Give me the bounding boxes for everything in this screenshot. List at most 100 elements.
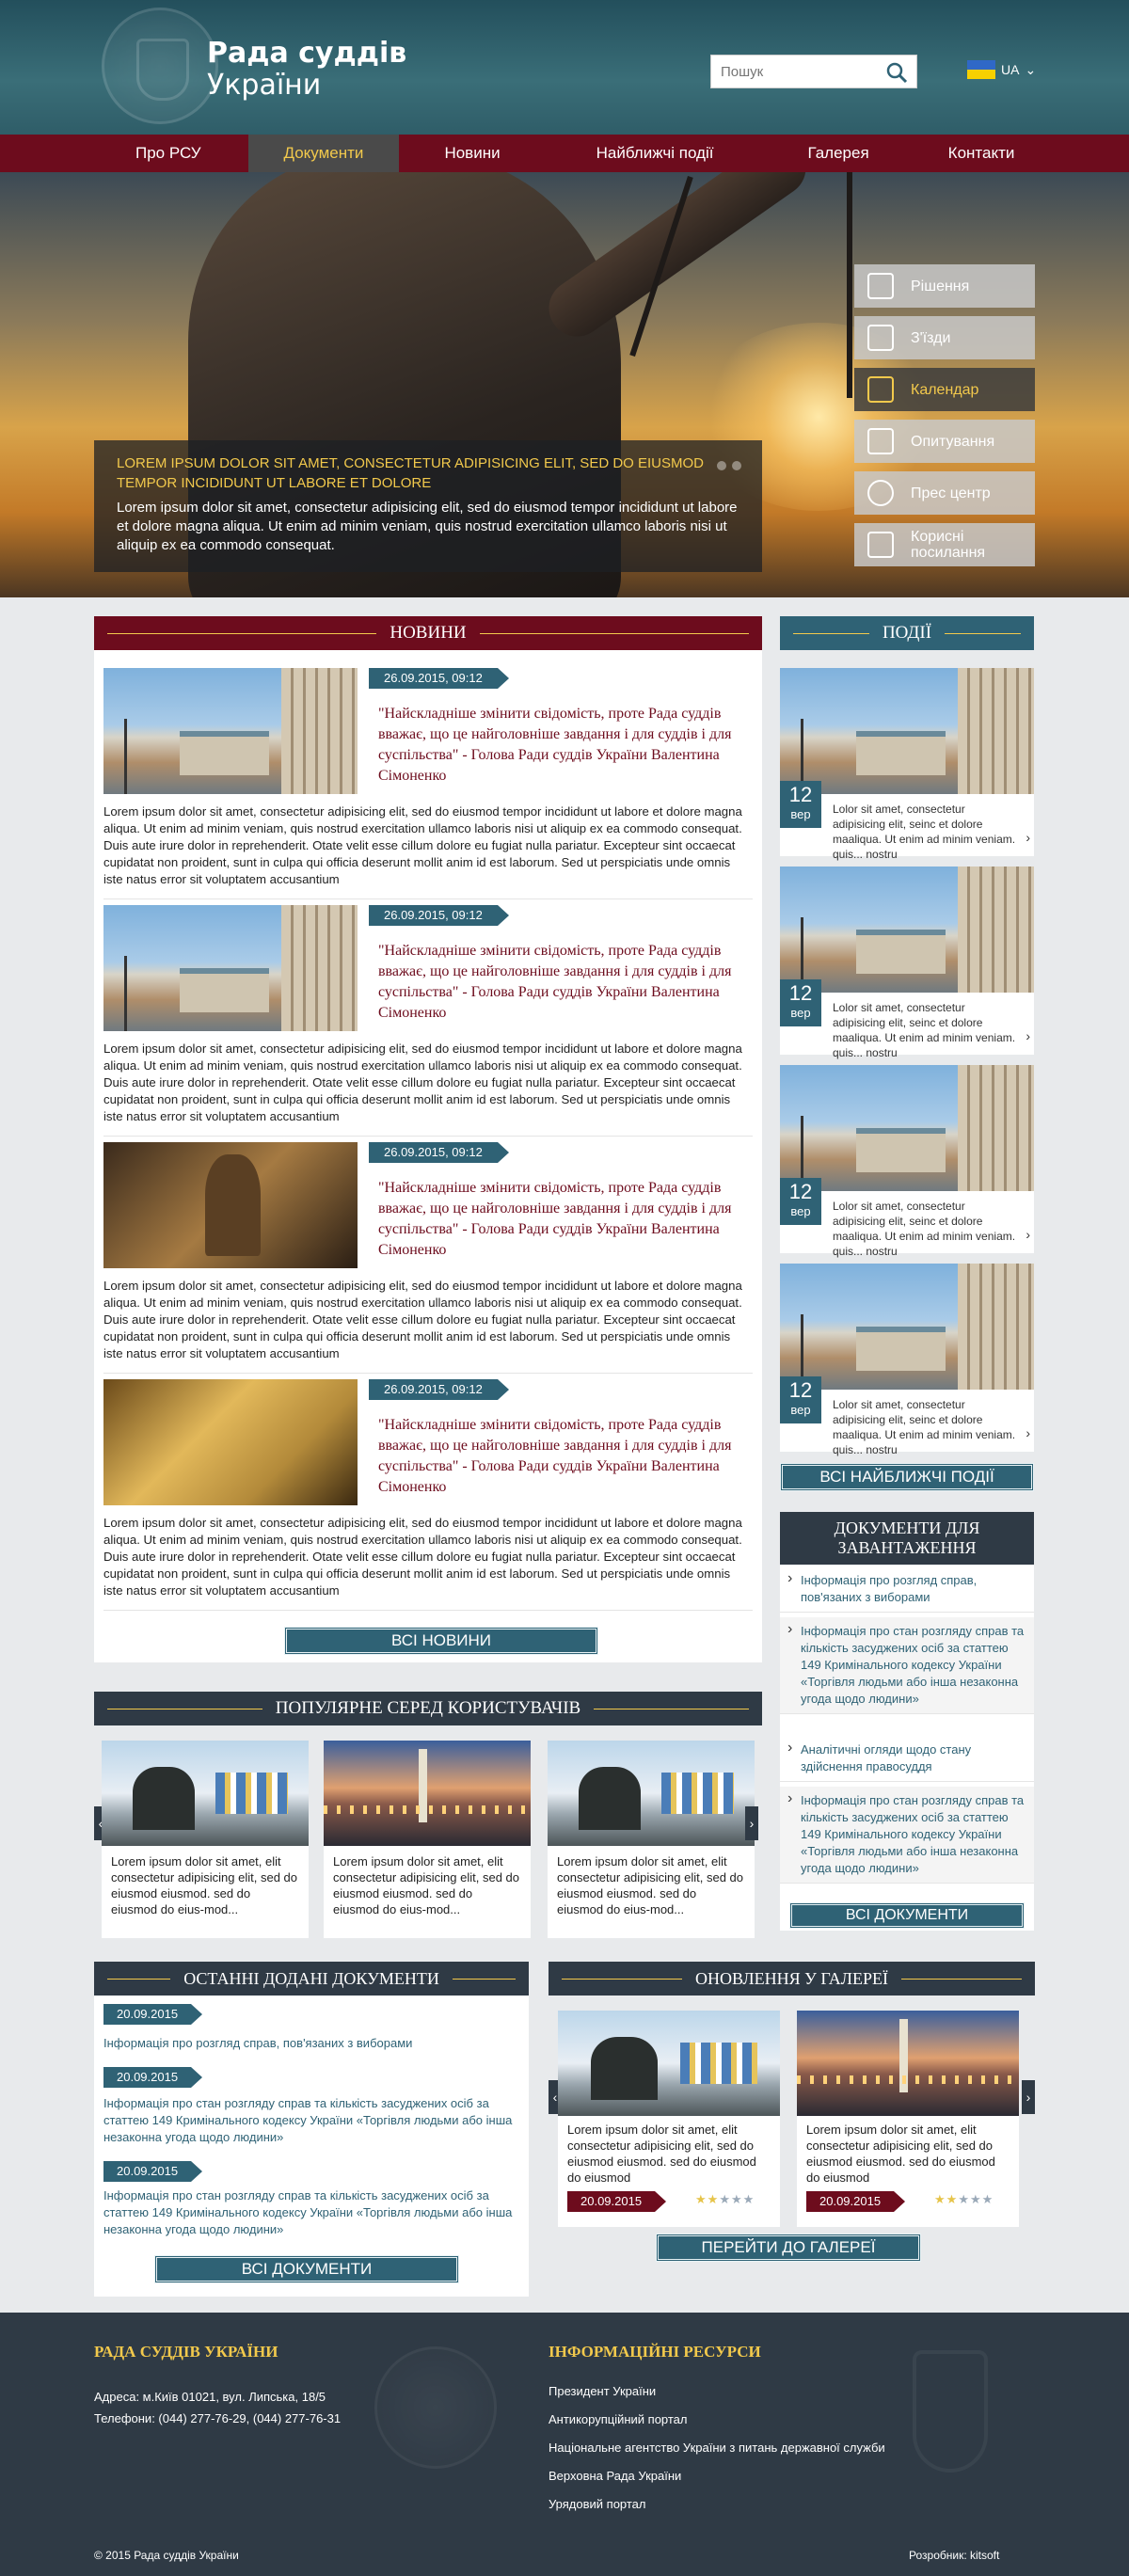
event-item[interactable]: 12 вер Lolor sit amet, consectetur adipis…	[780, 1065, 1034, 1258]
search-icon[interactable]	[883, 61, 911, 84]
news-photo[interactable]	[103, 668, 358, 794]
popular-card[interactable]: Lorem ipsum dolor sit amet, elit consect…	[548, 1741, 755, 1938]
news-title[interactable]: "Найскладніше змінити свідомість, проте …	[378, 1415, 745, 1498]
popular-photo[interactable]	[102, 1741, 309, 1846]
footer-link[interactable]: Урядовий портал	[549, 2497, 646, 2511]
quick-link-polls[interactable]: Опитування	[854, 420, 1035, 463]
download-link[interactable]: Інформація про стан розгляду справ та кі…	[780, 1787, 1034, 1884]
news-date: 26.09.2015, 09:12	[369, 668, 509, 689]
star-icon[interactable]: ★	[731, 2192, 743, 2206]
chevron-right-icon[interactable]: ›	[1026, 1425, 1030, 1440]
event-month: вер	[790, 1006, 811, 1020]
gallery-photo[interactable]	[558, 2011, 780, 2116]
news-item[interactable]: 26.09.2015, 09:12 "Найскладніше змінити …	[103, 905, 753, 1137]
news-item[interactable]: 26.09.2015, 09:12 "Найскладніше змінити …	[103, 1379, 753, 1611]
popular-card[interactable]: Lorem ipsum dolor sit amet, elit consect…	[324, 1741, 531, 1938]
all-downloads-button[interactable]: ВСІ ДОКУМЕНТИ	[789, 1902, 1025, 1929]
carousel-next-icon[interactable]: ›	[1022, 2080, 1035, 2114]
star-icon[interactable]: ★	[970, 2192, 982, 2206]
all-news-button[interactable]: ВСІ НОВИНИ	[284, 1627, 598, 1655]
quick-link-congresses[interactable]: З'їзди	[854, 316, 1035, 359]
doc-link[interactable]: Інформація про стан розгляду справ та кі…	[103, 2187, 517, 2238]
nav-item-contacts[interactable]: Контакти	[916, 135, 1047, 172]
nav-item-about[interactable]: Про РСУ	[94, 135, 248, 172]
event-text: Lolor sit amet, consectetur adipisicing …	[833, 1200, 1016, 1258]
quick-link-calendar[interactable]: Календар	[854, 368, 1035, 411]
event-photo[interactable]	[780, 668, 1034, 794]
gallery-photo[interactable]	[797, 2011, 1019, 2116]
news-date: 26.09.2015, 09:12	[369, 905, 509, 926]
nav-item-gallery[interactable]: Галерея	[760, 135, 915, 172]
nav-item-news[interactable]: Новини	[399, 135, 549, 172]
all-events-button[interactable]: ВСІ НАЙБЛИЖЧІ ПОДІЇ	[780, 1463, 1034, 1491]
news-title[interactable]: "Найскладніше змінити свідомість, проте …	[378, 1178, 745, 1261]
star-icon[interactable]: ★	[719, 2192, 731, 2206]
download-link[interactable]: Аналітичні огляди щодо стану здійснення …	[780, 1736, 1034, 1782]
footer-developer[interactable]: Розробник: kitsoft	[909, 2546, 999, 2565]
news-photo[interactable]	[103, 1379, 358, 1505]
popular-photo[interactable]	[548, 1741, 755, 1846]
rating-stars[interactable]: ★★★★★	[695, 2192, 755, 2207]
slide-dot[interactable]	[717, 461, 726, 470]
star-icon[interactable]: ★	[695, 2192, 708, 2206]
go-to-gallery-button[interactable]: ПЕРЕЙТИ ДО ГАЛЕРЕЇ	[656, 2234, 921, 2262]
logo-seal-icon[interactable]	[102, 8, 218, 124]
news-title[interactable]: "Найскладніше змінити свідомість, проте …	[378, 941, 745, 1024]
popular-card[interactable]: Lorem ipsum dolor sit amet, elit consect…	[102, 1741, 309, 1938]
nav-item-events[interactable]: Найближчі події	[549, 135, 761, 172]
doc-link[interactable]: Інформація про стан розгляду справ та кі…	[103, 2095, 517, 2146]
footer-link[interactable]: Верховна Рада України	[549, 2469, 681, 2483]
star-icon[interactable]: ★	[743, 2192, 755, 2206]
gallery-card[interactable]: Lorem ipsum dolor sit amet, elit consect…	[558, 2011, 780, 2227]
gallery-card[interactable]: Lorem ipsum dolor sit amet, elit consect…	[797, 2011, 1019, 2227]
event-item[interactable]: 12 вер Lolor sit amet, consectetur adipis…	[780, 1264, 1034, 1456]
news-photo[interactable]	[103, 905, 358, 1031]
star-icon[interactable]: ★	[708, 2192, 720, 2206]
doc-link[interactable]: Інформація про розгляд справ, пов'язаних…	[103, 2035, 517, 2052]
news-photo[interactable]	[103, 1142, 358, 1268]
news-item[interactable]: 26.09.2015, 09:12 "Найскладніше змінити …	[103, 1142, 753, 1374]
hero-slider: Lorem ipsum dolor sit amet, consectetur …	[0, 172, 1129, 597]
quick-link-useful[interactable]: Корисні посилання	[854, 523, 1035, 566]
chevron-right-icon[interactable]: ›	[1026, 1028, 1030, 1043]
chevron-right-icon[interactable]: ›	[1026, 830, 1030, 845]
nav-item-documents[interactable]: Документи	[247, 135, 400, 172]
rating-stars[interactable]: ★★★★★	[934, 2192, 994, 2207]
slide-caption[interactable]: Lorem ipsum dolor sit amet, consectetur …	[94, 440, 762, 572]
event-photo[interactable]	[780, 1264, 1034, 1390]
star-icon[interactable]: ★	[934, 2192, 946, 2206]
quick-link-decisions[interactable]: Рішення	[854, 264, 1035, 308]
star-icon[interactable]: ★	[946, 2192, 959, 2206]
news-title[interactable]: "Найскладніше змінити свідомість, проте …	[378, 704, 745, 787]
download-link[interactable]: Інформація про розгляд справ, пов'язаних…	[780, 1566, 1034, 1613]
footer-link[interactable]: Президент України	[549, 2384, 656, 2398]
event-photo[interactable]	[780, 1065, 1034, 1191]
carousel-next-icon[interactable]: ›	[745, 1806, 758, 1840]
star-icon[interactable]: ★	[982, 2192, 994, 2206]
popular-text: Lorem ipsum dolor sit amet, elit consect…	[111, 1854, 298, 1916]
slide-title[interactable]: Lorem ipsum dolor sit amet, consectetur …	[117, 453, 739, 493]
event-item[interactable]: 12 вер Lolor sit amet, consectetur adipis…	[780, 867, 1034, 1059]
popular-photo[interactable]	[324, 1741, 531, 1846]
news-heading: НОВИНИ	[94, 616, 762, 650]
quick-link-press[interactable]: Прес центр	[854, 471, 1035, 515]
calendar-icon	[867, 376, 894, 403]
scale-chain-right	[847, 172, 852, 398]
download-link[interactable]: Інформація про стан розгляду справ та кі…	[780, 1617, 1034, 1714]
site-title[interactable]: Рада суддів України	[207, 38, 406, 102]
footer-link[interactable]: Антикорупційний портал	[549, 2412, 688, 2426]
news-item[interactable]: 26.09.2015, 09:12 "Найскладніше змінити …	[103, 668, 753, 899]
event-date: 12 вер	[780, 1376, 821, 1423]
star-icon[interactable]: ★	[958, 2192, 970, 2206]
event-photo[interactable]	[780, 867, 1034, 993]
popular-panel: ПОПУЛЯРНЕ СЕРЕД КОРИСТУВАЧІВ ‹ Lorem ips…	[94, 1692, 762, 1938]
quick-link-label: Опитування	[911, 433, 995, 450]
event-item[interactable]: 12 вер Lolor sit amet, consectetur adipis…	[780, 668, 1034, 861]
chevron-right-icon[interactable]: ›	[1026, 1227, 1030, 1242]
search-input[interactable]	[711, 56, 881, 87]
all-recent-docs-button[interactable]: ВСІ ДОКУМЕНТИ	[154, 2255, 459, 2283]
main-nav: Про РСУ Документи Новини Найближчі події…	[0, 135, 1129, 172]
slide-dot[interactable]	[732, 461, 741, 470]
language-selector[interactable]: UA ⌄	[967, 60, 1036, 79]
footer-link[interactable]: Національне агентство України з питань д…	[549, 2441, 885, 2455]
